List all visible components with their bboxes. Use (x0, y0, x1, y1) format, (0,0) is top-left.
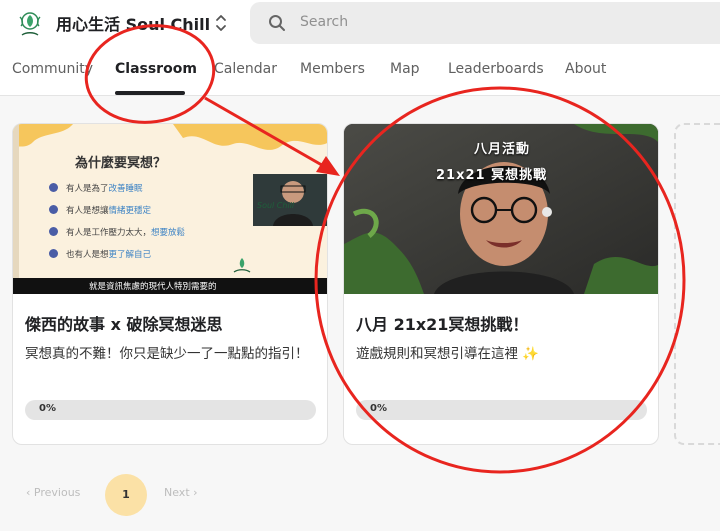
tab-calendar[interactable]: Calendar (214, 61, 277, 77)
next-page-button[interactable]: Next › (164, 486, 198, 499)
webcam-label: Soul Chill (257, 201, 295, 210)
slide-bullet: 有人是為了改善睡眠 (49, 182, 143, 194)
tab-map[interactable]: Map (390, 61, 420, 77)
add-course-card[interactable] (674, 123, 720, 445)
tab-community[interactable]: Community (12, 61, 93, 77)
slide-bullet: 有人是想讓情緒更穩定 (49, 204, 151, 216)
search-icon (269, 15, 285, 31)
tab-about[interactable]: About (565, 61, 606, 77)
progress-bar: 0% (356, 400, 647, 420)
pagination: ‹ Previous 1 Next › (0, 474, 720, 516)
course-title[interactable]: 傑西的故事 x 破除冥想迷思 (25, 311, 222, 335)
nav-tabs: Community Classroom Calendar Members Map… (0, 58, 720, 96)
course-thumbnail: 八月活動 21x21 冥想挑戰 (344, 124, 658, 294)
course-description: 遊戲規則和冥想引導在這裡 ✨ (356, 346, 540, 362)
group-name[interactable]: 用心生活 Soul Chill (56, 11, 210, 35)
tab-classroom[interactable]: Classroom (115, 61, 197, 77)
soul-chill-logo[interactable] (14, 9, 46, 39)
search-input[interactable]: Search (250, 2, 720, 44)
progress-bar: 0% (25, 400, 316, 420)
tab-members[interactable]: Members (300, 61, 365, 77)
progress-label: 0% (39, 403, 56, 414)
course-thumbnail: 為什麼要冥想？ 有人是為了改善睡眠 有人是想讓情緒更穩定 有人是工作壓力太大，想… (13, 124, 327, 294)
webcam-overlay: Soul Chill (253, 174, 327, 226)
video-heading: 八月活動 (474, 142, 531, 157)
slide-bullet: 有人是工作壓力太大，想要放鬆 (49, 226, 185, 238)
face-icon (49, 249, 58, 258)
face-icon (49, 227, 58, 236)
chevron-updown-icon[interactable] (214, 12, 228, 34)
tab-leaderboards[interactable]: Leaderboards (448, 61, 544, 77)
previous-page-button[interactable]: ‹ Previous (26, 486, 80, 499)
slide-title: 為什麼要冥想？ (75, 156, 167, 171)
face-icon (49, 205, 58, 214)
slide-bullet: 也有人是想更了解自己 (49, 248, 151, 260)
video-subtitle: 就是資訊焦慮的現代人特別需要的 (89, 282, 217, 292)
page-1-button[interactable]: 1 (105, 474, 147, 516)
face-icon (49, 183, 58, 192)
video-heading: 21x21 冥想挑戰 (436, 168, 548, 183)
progress-label: 0% (370, 403, 387, 414)
course-title[interactable]: 八月 21x21冥想挑戰！ (356, 311, 528, 335)
active-tab-indicator (115, 91, 185, 95)
soul-chill-logo (233, 258, 251, 273)
search-placeholder: Search (300, 14, 349, 30)
course-card[interactable]: 八月活動 21x21 冥想挑戰 八月 21x21冥想挑戰！ 遊戲規則和冥想引導在… (343, 123, 659, 445)
top-header: 用心生活 Soul Chill Search Community Classro… (0, 0, 720, 96)
course-card[interactable]: 為什麼要冥想？ 有人是為了改善睡眠 有人是想讓情緒更穩定 有人是工作壓力太大，想… (12, 123, 328, 445)
course-description: 冥想真的不難！你只是缺少一了一點點的指引！ (25, 346, 309, 362)
